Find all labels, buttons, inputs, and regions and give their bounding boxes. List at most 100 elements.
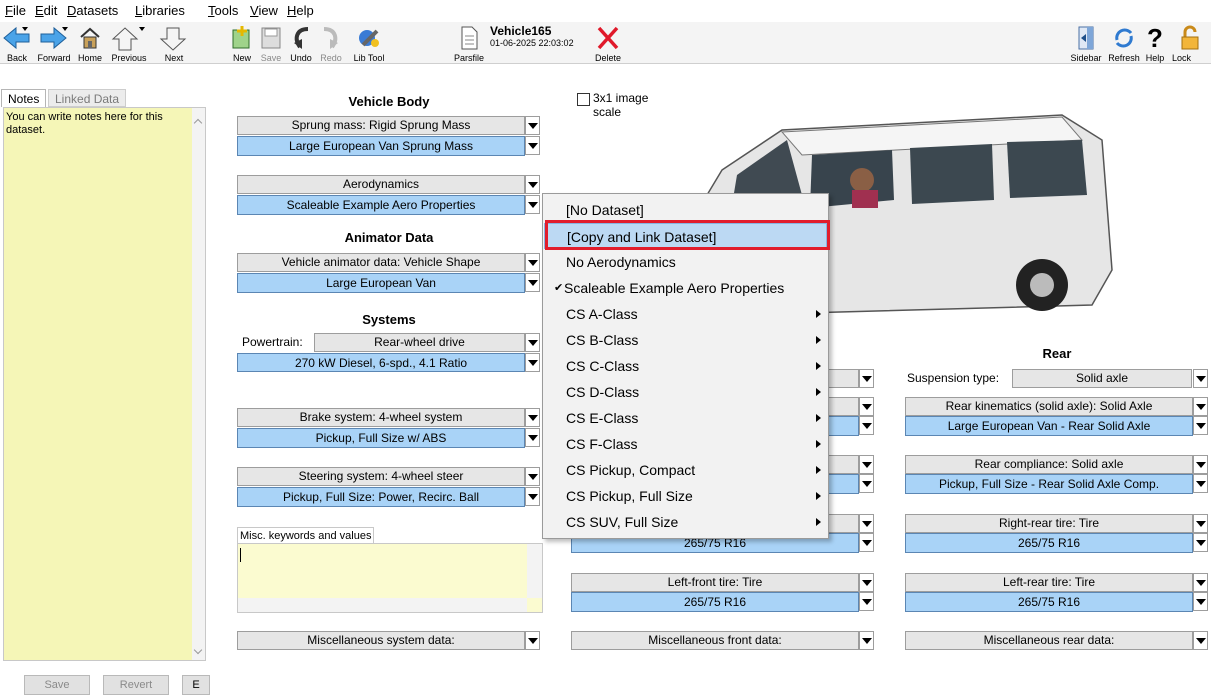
misc-system-dropdown-icon[interactable] — [525, 631, 540, 650]
brake-value-dropdown-icon[interactable] — [525, 428, 540, 447]
right-front-tire-dropdown-icon[interactable] — [859, 514, 874, 533]
misc-scrollbar[interactable] — [527, 544, 542, 598]
menu-libraries[interactable]: Libraries — [135, 3, 185, 18]
refresh-button[interactable]: Refresh — [1106, 22, 1142, 64]
brake-label[interactable]: Brake system: 4-wheel system — [237, 408, 525, 427]
front-suspension-dropdown-icon[interactable] — [859, 369, 874, 388]
sprung-mass-link[interactable]: Large European Van Sprung Mass — [237, 136, 525, 156]
misc-system-label[interactable]: Miscellaneous system data: — [237, 631, 525, 650]
rear-compliance-dropdown-icon[interactable] — [1193, 455, 1208, 474]
front-compliance-value-dropdown-icon[interactable] — [859, 474, 874, 493]
powertrain-type[interactable]: Rear-wheel drive — [314, 333, 525, 352]
menu-item-cs-c-class[interactable]: CS C-Class — [544, 353, 827, 379]
save-button[interactable]: Save — [256, 22, 286, 64]
misc-keywords-textarea[interactable] — [237, 543, 543, 613]
aerodynamics-value-dropdown-icon[interactable] — [525, 195, 540, 214]
tab-linked-data[interactable]: Linked Data — [48, 89, 127, 107]
redo-button[interactable]: Redo — [316, 22, 346, 64]
notes-e-button[interactable]: E — [182, 675, 210, 695]
left-rear-tire-dropdown-icon[interactable] — [1193, 573, 1208, 592]
menu-item-cs-d-class[interactable]: CS D-Class — [544, 379, 827, 405]
steering-label[interactable]: Steering system: 4-wheel steer — [237, 467, 525, 486]
sprung-mass-value-dropdown-icon[interactable] — [525, 136, 540, 155]
scroll-down-icon[interactable] — [193, 645, 203, 655]
left-rear-tire-label[interactable]: Left-rear tire: Tire — [905, 573, 1193, 592]
front-kinematics-value-dropdown-icon[interactable] — [859, 416, 874, 435]
sprung-mass-label[interactable]: Sprung mass: Rigid Sprung Mass — [237, 116, 525, 135]
previous-button[interactable]: Previous — [106, 22, 152, 64]
delete-button[interactable]: Delete — [590, 22, 626, 64]
menu-item-cs-suv-full-size[interactable]: CS SUV, Full Size — [544, 509, 827, 535]
rear-compliance-link[interactable]: Pickup, Full Size - Rear Solid Axle Comp… — [905, 474, 1193, 494]
left-front-tire-link[interactable]: 265/75 R16 — [571, 592, 859, 612]
animator-label[interactable]: Vehicle animator data: Vehicle Shape — [237, 253, 525, 272]
animator-dropdown-icon[interactable] — [525, 253, 540, 272]
powertrain-link[interactable]: 270 kW Diesel, 6-spd., 4.1 Ratio — [237, 353, 525, 372]
menu-item-cs-a-class[interactable]: CS A-Class — [544, 301, 827, 327]
rear-kinematics-link[interactable]: Large European Van - Rear Solid Axle — [905, 416, 1193, 436]
right-rear-tire-label[interactable]: Right-rear tire: Tire — [905, 514, 1193, 533]
left-rear-tire-link[interactable]: 265/75 R16 — [905, 592, 1193, 612]
image-scale-checkbox[interactable] — [577, 93, 590, 106]
scroll-up-icon[interactable] — [193, 118, 203, 128]
aerodynamics-dropdown-icon[interactable] — [525, 175, 540, 194]
powertrain-type-dropdown-icon[interactable] — [525, 333, 540, 352]
parsfile-button[interactable]: Parsfile — [450, 22, 488, 64]
powertrain-value-dropdown-icon[interactable] — [525, 353, 540, 372]
rear-suspension-dropdown-icon[interactable] — [1193, 369, 1208, 388]
menu-item-no-aerodynamics[interactable]: No Aerodynamics — [544, 249, 827, 275]
notes-scrollbar[interactable] — [192, 108, 205, 660]
rear-compliance-value-dropdown-icon[interactable] — [1193, 474, 1208, 493]
tab-notes[interactable]: Notes — [1, 89, 47, 107]
misc-hscrollbar[interactable] — [238, 598, 527, 612]
right-rear-tire-value-dropdown-icon[interactable] — [1193, 533, 1208, 552]
menu-item-scaleable-example-aero[interactable]: ✔ Scaleable Example Aero Properties — [544, 275, 827, 301]
brake-link[interactable]: Pickup, Full Size w/ ABS — [237, 428, 525, 448]
menu-tools[interactable]: Tools — [208, 3, 238, 18]
aerodynamics-link[interactable]: Scaleable Example Aero Properties — [237, 195, 525, 215]
misc-rear-dropdown-icon[interactable] — [1193, 631, 1208, 650]
sprung-mass-dropdown-icon[interactable] — [525, 116, 540, 135]
steering-link[interactable]: Pickup, Full Size: Power, Recirc. Ball — [237, 487, 525, 507]
menu-item-cs-e-class[interactable]: CS E-Class — [544, 405, 827, 431]
rear-kinematics-dropdown-icon[interactable] — [1193, 397, 1208, 416]
next-button[interactable]: Next — [152, 22, 196, 64]
rear-compliance-label[interactable]: Rear compliance: Solid axle — [905, 455, 1193, 474]
left-rear-tire-value-dropdown-icon[interactable] — [1193, 592, 1208, 611]
menu-item-cs-b-class[interactable]: CS B-Class — [544, 327, 827, 353]
left-front-tire-value-dropdown-icon[interactable] — [859, 592, 874, 611]
brake-dropdown-icon[interactable] — [525, 408, 540, 427]
lib-tool-button[interactable]: Lib Tool — [346, 22, 392, 64]
steering-value-dropdown-icon[interactable] — [525, 487, 540, 506]
forward-button[interactable]: Forward — [34, 22, 74, 64]
rear-suspension-type[interactable]: Solid axle — [1012, 369, 1192, 388]
back-button[interactable]: Back — [2, 22, 32, 64]
rear-kinematics-label[interactable]: Rear kinematics (solid axle): Solid Axle — [905, 397, 1193, 416]
animator-link[interactable]: Large European Van — [237, 273, 525, 293]
new-button[interactable]: New — [228, 22, 256, 64]
menu-item-cs-pickup-full-size[interactable]: CS Pickup, Full Size — [544, 483, 827, 509]
menu-view[interactable]: View — [250, 3, 278, 18]
menu-help[interactable]: Help — [287, 3, 314, 18]
help-button[interactable]: ? Help — [1142, 22, 1168, 64]
menu-item-cs-pickup-compact[interactable]: CS Pickup, Compact — [544, 457, 827, 483]
menu-item-cs-f-class[interactable]: CS F-Class — [544, 431, 827, 457]
aerodynamics-label[interactable]: Aerodynamics — [237, 175, 525, 194]
misc-front-dropdown-icon[interactable] — [859, 631, 874, 650]
rear-kinematics-value-dropdown-icon[interactable] — [1193, 416, 1208, 435]
right-front-tire-value-dropdown-icon[interactable] — [859, 533, 874, 552]
front-kinematics-dropdown-icon[interactable] — [859, 397, 874, 416]
notes-save-button[interactable]: Save — [24, 675, 90, 695]
left-front-tire-dropdown-icon[interactable] — [859, 573, 874, 592]
home-button[interactable]: Home — [74, 22, 106, 64]
left-front-tire-label[interactable]: Left-front tire: Tire — [571, 573, 859, 592]
menu-datasets[interactable]: Datasets — [67, 3, 118, 18]
front-compliance-dropdown-icon[interactable] — [859, 455, 874, 474]
notes-textarea[interactable]: You can write notes here for this datase… — [3, 107, 206, 661]
notes-revert-button[interactable]: Revert — [103, 675, 169, 695]
sidebar-button[interactable]: Sidebar — [1066, 22, 1106, 64]
lock-button[interactable]: Lock — [1168, 22, 1211, 64]
right-rear-tire-link[interactable]: 265/75 R16 — [905, 533, 1193, 553]
menu-file[interactable]: File — [5, 3, 26, 18]
animator-value-dropdown-icon[interactable] — [525, 273, 540, 292]
